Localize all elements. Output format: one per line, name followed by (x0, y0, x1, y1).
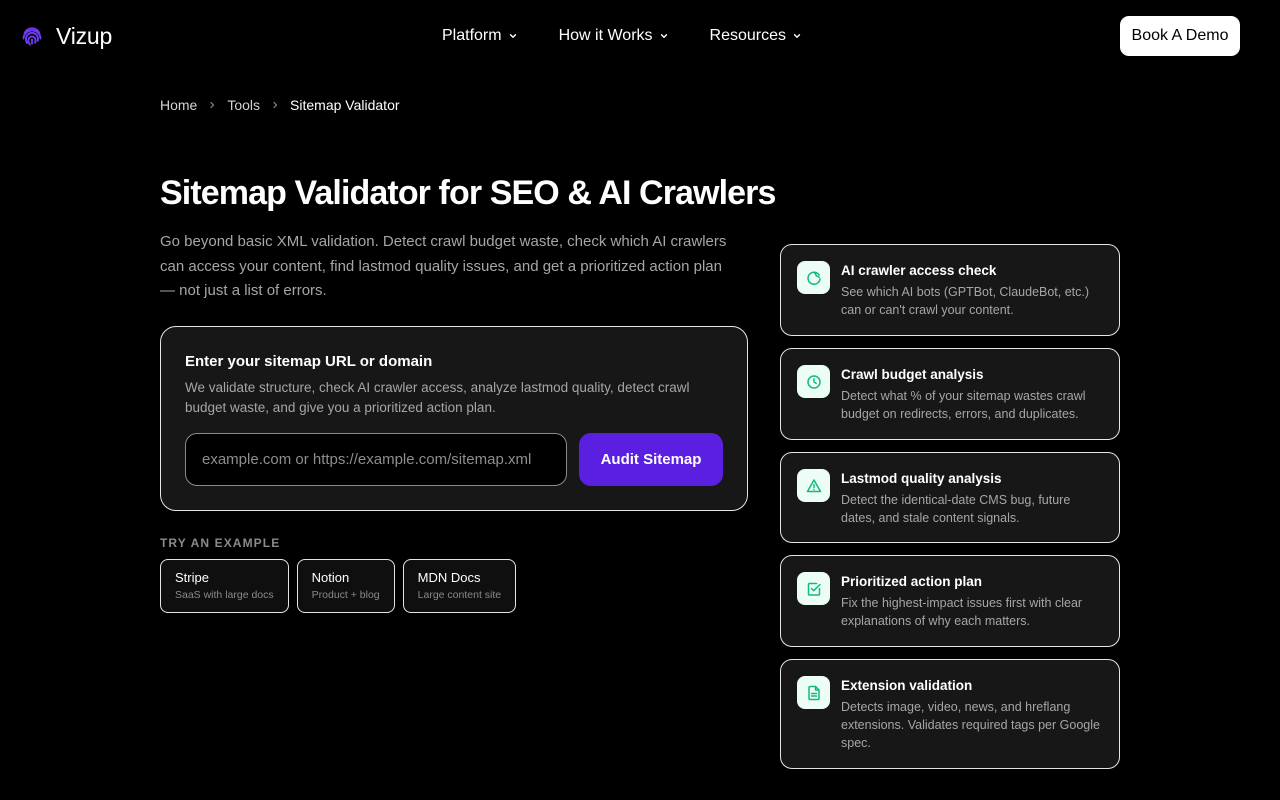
example-desc: Large content site (417, 589, 502, 601)
checkbox-icon (797, 572, 830, 605)
feature-title: Prioritized action plan (841, 574, 983, 589)
feature-card: Prioritized action plan Fix the highest-… (780, 555, 1120, 647)
example-desc: SaaS with large docs (175, 589, 274, 601)
feature-card: Extension validation Detects image, vide… (780, 659, 1120, 769)
feature-card: Crawl budget analysis Detect what % of y… (780, 348, 1120, 440)
nav-platform-label: Platform (442, 27, 502, 44)
example-notion[interactable]: Notion Product + blog (296, 559, 395, 613)
chevron-down-icon (508, 31, 518, 41)
warning-icon (797, 469, 830, 502)
feature-title: Lastmod quality analysis (841, 471, 1002, 486)
example-stripe[interactable]: Stripe SaaS with large docs (160, 559, 289, 613)
page-title: Sitemap Validator for SEO & AI Crawlers (160, 174, 776, 212)
example-mdn-docs[interactable]: MDN Docs Large content site (402, 559, 517, 613)
feature-description: Detects image, video, news, and hreflang… (841, 700, 1100, 750)
brand-name: Vizup (56, 22, 113, 49)
feature-title: Crawl budget analysis (841, 367, 984, 382)
nav-how-it-works[interactable]: How it Works (559, 24, 669, 48)
breadcrumb-home[interactable]: Home (160, 97, 197, 113)
example-name: MDN Docs (417, 570, 481, 585)
clock-icon (797, 365, 830, 398)
chevron-right-icon (208, 101, 216, 109)
site-header: Vizup Platform How it Works Resources Bo… (0, 0, 1280, 72)
audit-sitemap-button[interactable]: Audit Sitemap (579, 433, 723, 486)
example-name: Notion (311, 570, 350, 585)
page-description: Go beyond basic XML validation. Detect c… (160, 233, 727, 299)
examples-label: TRY AN EXAMPLE (160, 536, 281, 550)
breadcrumb: Home Tools Sitemap Validator (160, 97, 400, 113)
feature-description: Detect the identical-date CMS bug, futur… (841, 493, 1071, 525)
feature-description: Detect what % of your sitemap wastes cra… (841, 389, 1086, 421)
book-demo-button[interactable]: Book A Demo (1120, 16, 1240, 56)
nav-how-it-works-label: How it Works (558, 27, 653, 44)
breadcrumb-tools[interactable]: Tools (227, 97, 260, 113)
nav-resources-label: Resources (709, 27, 786, 44)
document-icon (797, 676, 830, 709)
chevron-down-icon (659, 31, 669, 41)
nav-resources[interactable]: Resources (710, 24, 802, 48)
form-description: We validate structure, check AI crawler … (185, 380, 690, 415)
bot-icon (797, 261, 830, 294)
main-nav: Platform How it Works Resources (442, 24, 802, 48)
example-name: Stripe (175, 570, 209, 585)
feature-description: Fix the highest-impact issues first with… (841, 596, 1083, 628)
chevron-down-icon (792, 31, 802, 41)
feature-card: Lastmod quality analysis Detect the iden… (780, 452, 1120, 543)
form-title: Enter your sitemap URL or domain (185, 353, 433, 370)
example-desc: Product + blog (311, 589, 380, 601)
nav-platform[interactable]: Platform (442, 24, 518, 48)
sitemap-url-input[interactable] (185, 433, 567, 486)
chevron-right-icon (271, 101, 279, 109)
fingerprint-logo-icon (20, 24, 44, 48)
feature-card: AI crawler access check See which AI bot… (780, 244, 1120, 336)
sitemap-form-card: Enter your sitemap URL or domain We vali… (160, 326, 748, 511)
examples-list: Stripe SaaS with large docs Notion Produ… (160, 559, 517, 613)
logo[interactable]: Vizup (20, 22, 112, 50)
feature-title: Extension validation (841, 678, 973, 693)
breadcrumb-current: Sitemap Validator (290, 97, 400, 113)
feature-description: See which AI bots (GPTBot, ClaudeBot, et… (841, 285, 1090, 317)
feature-title: AI crawler access check (841, 263, 997, 278)
